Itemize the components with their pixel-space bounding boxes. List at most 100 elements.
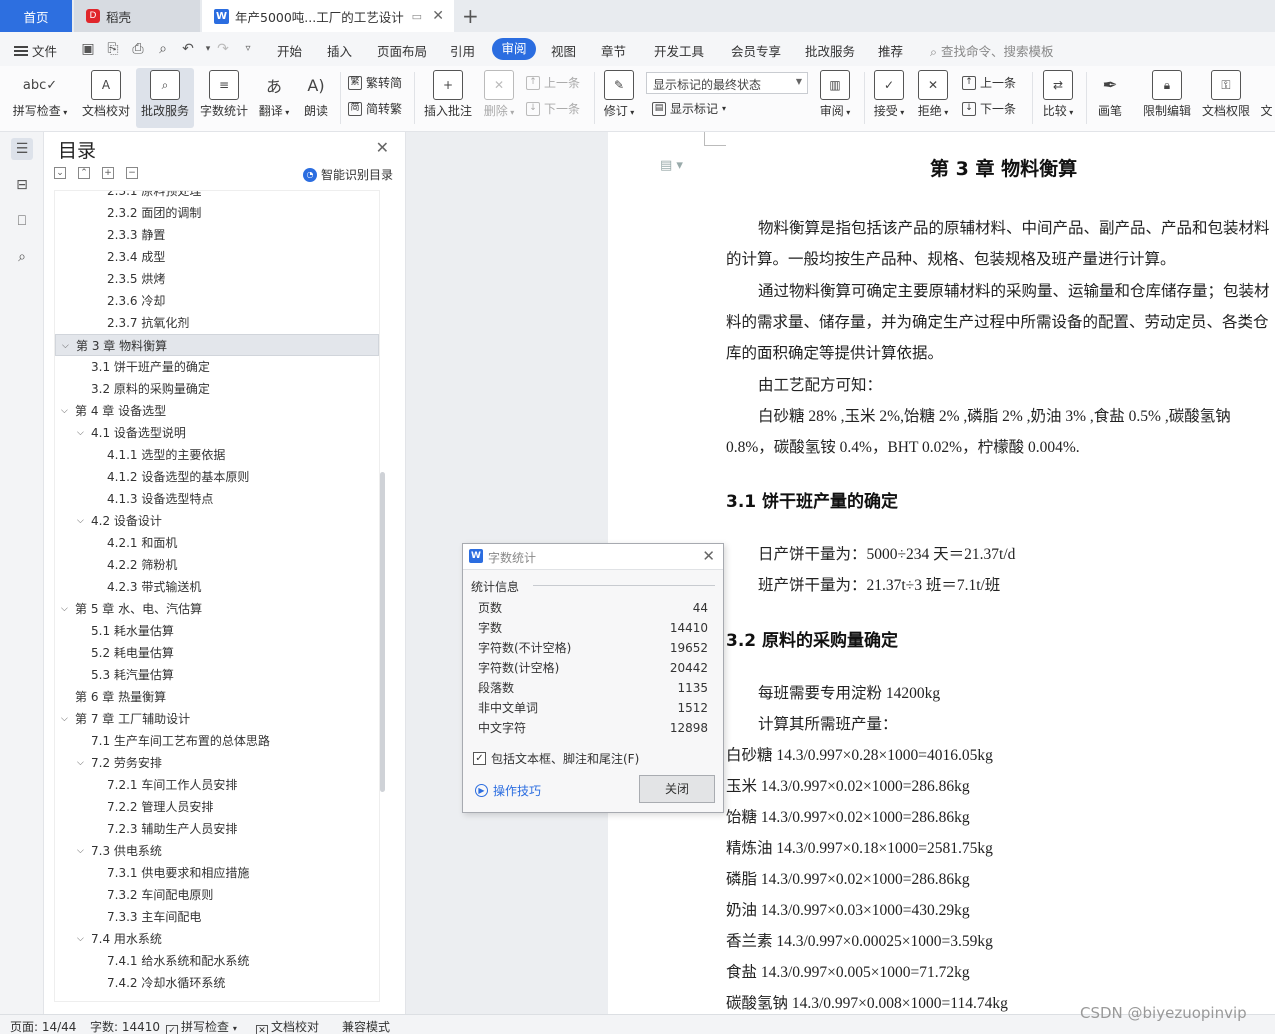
doc-check-button[interactable]: A 文档校对 — [78, 68, 134, 128]
toc-item[interactable]: 5.3 耗汽量估算 — [55, 664, 379, 686]
doc-rights-button[interactable]: ⚿ 文档权限 — [1200, 68, 1252, 128]
undo-icon[interactable]: ↶ — [180, 41, 196, 57]
show-markup-button[interactable]: ▤ 显示标记 ▾ — [652, 100, 726, 117]
close-icon[interactable]: ✕ — [376, 138, 389, 157]
dialog-title-bar[interactable]: W 字数统计 ✕ — [463, 544, 723, 570]
menu-references[interactable]: 引用 — [450, 41, 475, 60]
undo-dropdown-icon[interactable]: ▾ — [200, 41, 216, 57]
include-textbox-checkbox[interactable]: ✓ 包括文本框、脚注和尾注(F) — [473, 750, 639, 767]
chevron-down-icon[interactable]: ⌵ — [77, 928, 84, 950]
print-icon[interactable]: ⎙ — [130, 41, 146, 57]
export-pdf-icon[interactable]: ⎘ — [105, 41, 121, 57]
close-button[interactable]: 关闭 — [639, 775, 715, 803]
chevron-down-icon[interactable]: ⌵ — [77, 752, 84, 774]
restrict-edit-button[interactable]: 🔒︎ 限制编辑 — [1140, 68, 1194, 128]
toc-item[interactable]: 7.3.1 供电要求和相应措施 — [55, 862, 379, 884]
close-icon[interactable]: ✕ — [702, 547, 715, 565]
toc-item[interactable]: 7.3.2 车间配电原则 — [55, 884, 379, 906]
menu-chapter[interactable]: 章节 — [601, 41, 626, 60]
prev-change-button[interactable]: ↑ 上一条 — [962, 74, 1016, 91]
chevron-down-icon[interactable]: ⌵ — [61, 708, 68, 730]
checkbox-checked-icon[interactable]: ✓ — [473, 752, 486, 765]
toc-scrollbar[interactable] — [380, 472, 385, 792]
search-icon[interactable]: ⌕ — [11, 246, 33, 268]
toc-item[interactable]: ⌵ 4.1 设备选型说明 — [55, 422, 379, 444]
toc-item[interactable]: 7.1 生产车间工艺布置的总体思路 — [55, 730, 379, 752]
toc-item[interactable]: 4.1.3 设备选型特点 — [55, 488, 379, 510]
chevron-down-icon[interactable]: ⌵ — [62, 335, 69, 357]
word-count-button[interactable]: ≡ 字数统计 — [198, 68, 250, 128]
doc-check-status[interactable]: ✕ 文档校对 — [256, 1018, 319, 1034]
navigation-icon[interactable]: ⊟ — [11, 174, 33, 196]
markup-display-select[interactable]: 显示标记的最终状态 ▼ — [646, 72, 808, 94]
page-indicator[interactable]: 页面: 14/44 — [10, 1018, 76, 1034]
review-pane-button[interactable]: ▥ 审阅 ▾ — [816, 68, 854, 128]
reject-button[interactable]: ✕ 拒绝 ▾ — [914, 68, 952, 128]
accept-button[interactable]: ✓ 接受 ▾ — [870, 68, 908, 128]
spell-check-button[interactable]: abc✓ 拼写检查 ▾ — [10, 68, 70, 128]
compare-button[interactable]: ⇄ 比较 ▾ — [1038, 68, 1078, 128]
chevron-down-icon[interactable]: ⌵ — [77, 510, 84, 532]
read-aloud-button[interactable]: A) 朗读 — [300, 68, 332, 128]
toc-item[interactable]: 5.1 耗水量估算 — [55, 620, 379, 642]
delete-comment-button[interactable]: ✕ 删除 ▾ — [480, 68, 518, 128]
toc-item[interactable]: ⌵ 7.2 劳务安排 — [55, 752, 379, 774]
simp-to-trad-button[interactable]: 简简转繁 — [348, 100, 402, 117]
collapse-icon[interactable]: − — [126, 167, 138, 179]
monitor-icon[interactable]: ▭ — [412, 10, 422, 23]
insert-comment-button[interactable]: + 插入批注 — [420, 68, 476, 128]
toc-item[interactable]: ⌵ 第 4 章 设备选型 — [55, 400, 379, 422]
tab-daoke[interactable]: D 稻壳 — [74, 0, 200, 32]
toc-item[interactable]: 2.3.6 冷却 — [55, 290, 379, 312]
menu-member[interactable]: 会员专享 — [731, 41, 781, 60]
next-comment-button[interactable]: ↓ 下一条 — [526, 100, 580, 117]
customize-dropdown-icon[interactable]: ▿ — [240, 41, 256, 57]
toc-item[interactable]: 7.2.3 辅助生产人员安排 — [55, 818, 379, 840]
toc-item[interactable]: ⌵ 7.3 供电系统 — [55, 840, 379, 862]
collapse-all-icon[interactable]: ⌄ — [54, 167, 66, 179]
menu-start[interactable]: 开始 — [277, 41, 302, 60]
redo-icon[interactable]: ↷ — [215, 41, 231, 57]
chevron-down-icon[interactable]: ⌵ — [77, 422, 84, 444]
toc-item[interactable]: 2.3.5 烘烤 — [55, 268, 379, 290]
toc-item[interactable]: 第 6 章 热量衡算 — [55, 686, 379, 708]
toc-item[interactable]: 7.4.1 给水系统和配水系统 — [55, 950, 379, 972]
toc-item[interactable]: 4.2.1 和面机 — [55, 532, 379, 554]
chevron-down-icon[interactable]: ⌵ — [61, 598, 68, 620]
toc-item[interactable]: ⌵ 4.2 设备设计 — [55, 510, 379, 532]
expand-up-icon[interactable]: ⌃ — [78, 167, 90, 179]
toc-item[interactable]: 4.2.2 筛粉机 — [55, 554, 379, 576]
menu-review[interactable]: 审阅 — [492, 38, 536, 60]
print-preview-icon[interactable]: ⌕ — [155, 41, 171, 57]
toc-item[interactable]: 2.3.3 静置 — [55, 224, 379, 246]
file-menu[interactable]: 文件 — [14, 41, 57, 60]
toc-item[interactable]: ⌵ 第 7 章 工厂辅助设计 — [55, 708, 379, 730]
more-ribbon-button[interactable]: 文 — [1258, 68, 1275, 128]
smart-toc-button[interactable]: ◔ 智能识别目录 — [302, 166, 393, 183]
pen-button[interactable]: ✒ 画笔 — [1092, 68, 1128, 128]
tab-document[interactable]: W 年产5000吨...工厂的工艺设计 ▭ ✕ — [202, 0, 454, 32]
toc-item[interactable]: ⌵ 第 3 章 物料衡算 — [55, 334, 379, 356]
bookmark-icon[interactable]: ⎕ — [11, 210, 33, 232]
toc-item[interactable]: 7.2.2 管理人员安排 — [55, 796, 379, 818]
translate-button[interactable]: あ 翻译 ▾ — [256, 68, 292, 128]
toc-item[interactable]: 7.4.2 冷却水循环系统 — [55, 972, 379, 994]
doc-outline-icon[interactable]: ▤ ▾ — [660, 158, 683, 173]
chevron-down-icon[interactable]: ⌵ — [77, 840, 84, 862]
spell-check-status[interactable]: ✓ 拼写检查 ▾ — [166, 1018, 237, 1034]
toc-item[interactable]: 2.3.1 原料预处理 — [55, 191, 379, 202]
menu-insert[interactable]: 插入 — [327, 41, 352, 60]
toc-item[interactable]: 2.3.7 抗氧化剂 — [55, 312, 379, 334]
toc-item[interactable]: ⌵ 第 5 章 水、电、汽估算 — [55, 598, 379, 620]
batch-service-button[interactable]: ⌕ 批改服务 — [136, 68, 194, 128]
close-tab-icon[interactable]: ✕ — [432, 8, 444, 24]
tips-link[interactable]: ▶ 操作技巧 — [475, 782, 541, 799]
word-count-indicator[interactable]: 字数: 14410 — [90, 1018, 160, 1034]
track-changes-button[interactable]: ✎ 修订 ▾ — [600, 68, 638, 128]
toc-item[interactable]: 2.3.2 面团的调制 — [55, 202, 379, 224]
tab-home[interactable]: 首页 — [0, 0, 72, 32]
prev-comment-button[interactable]: ↑ 上一条 — [526, 74, 580, 91]
next-change-button[interactable]: ↓ 下一条 — [962, 100, 1016, 117]
toc-item[interactable]: 5.2 耗电量估算 — [55, 642, 379, 664]
menu-view[interactable]: 视图 — [551, 41, 576, 60]
